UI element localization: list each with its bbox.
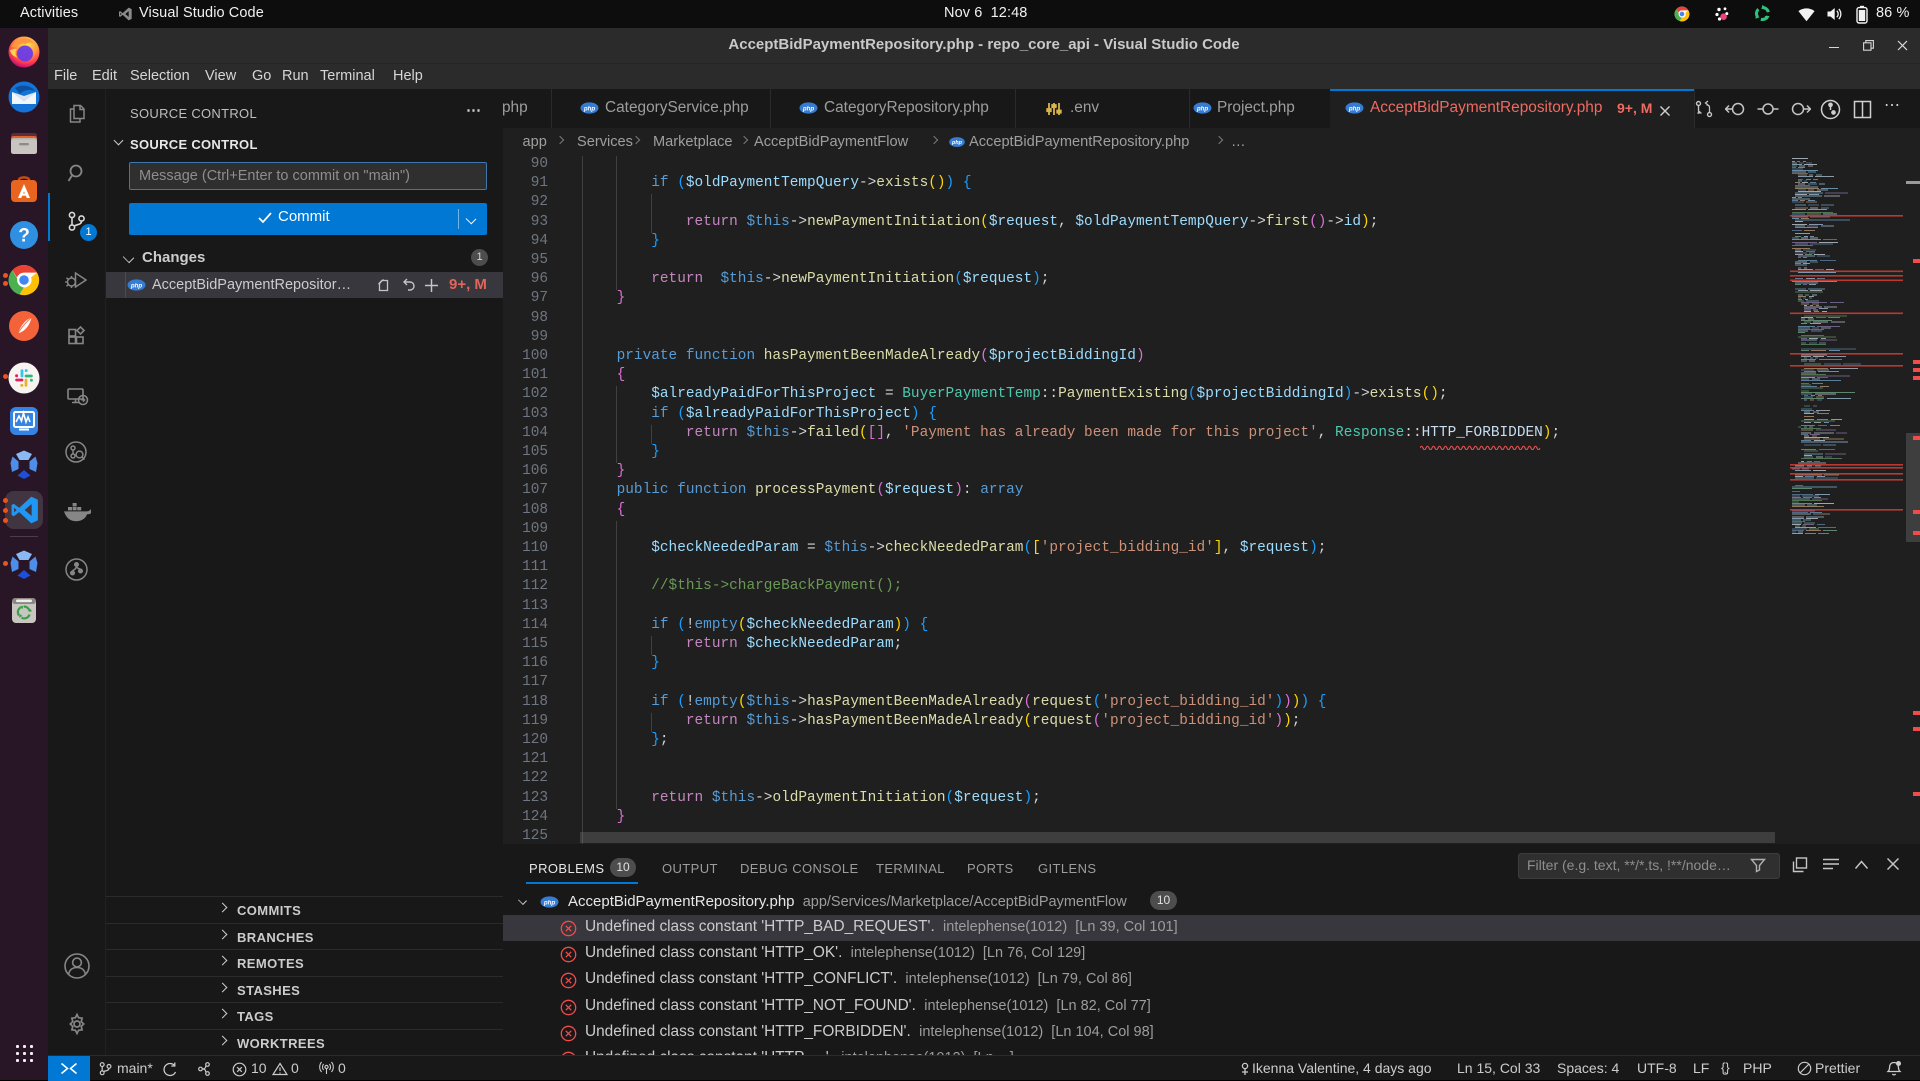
svg-text:php: php xyxy=(543,899,556,906)
